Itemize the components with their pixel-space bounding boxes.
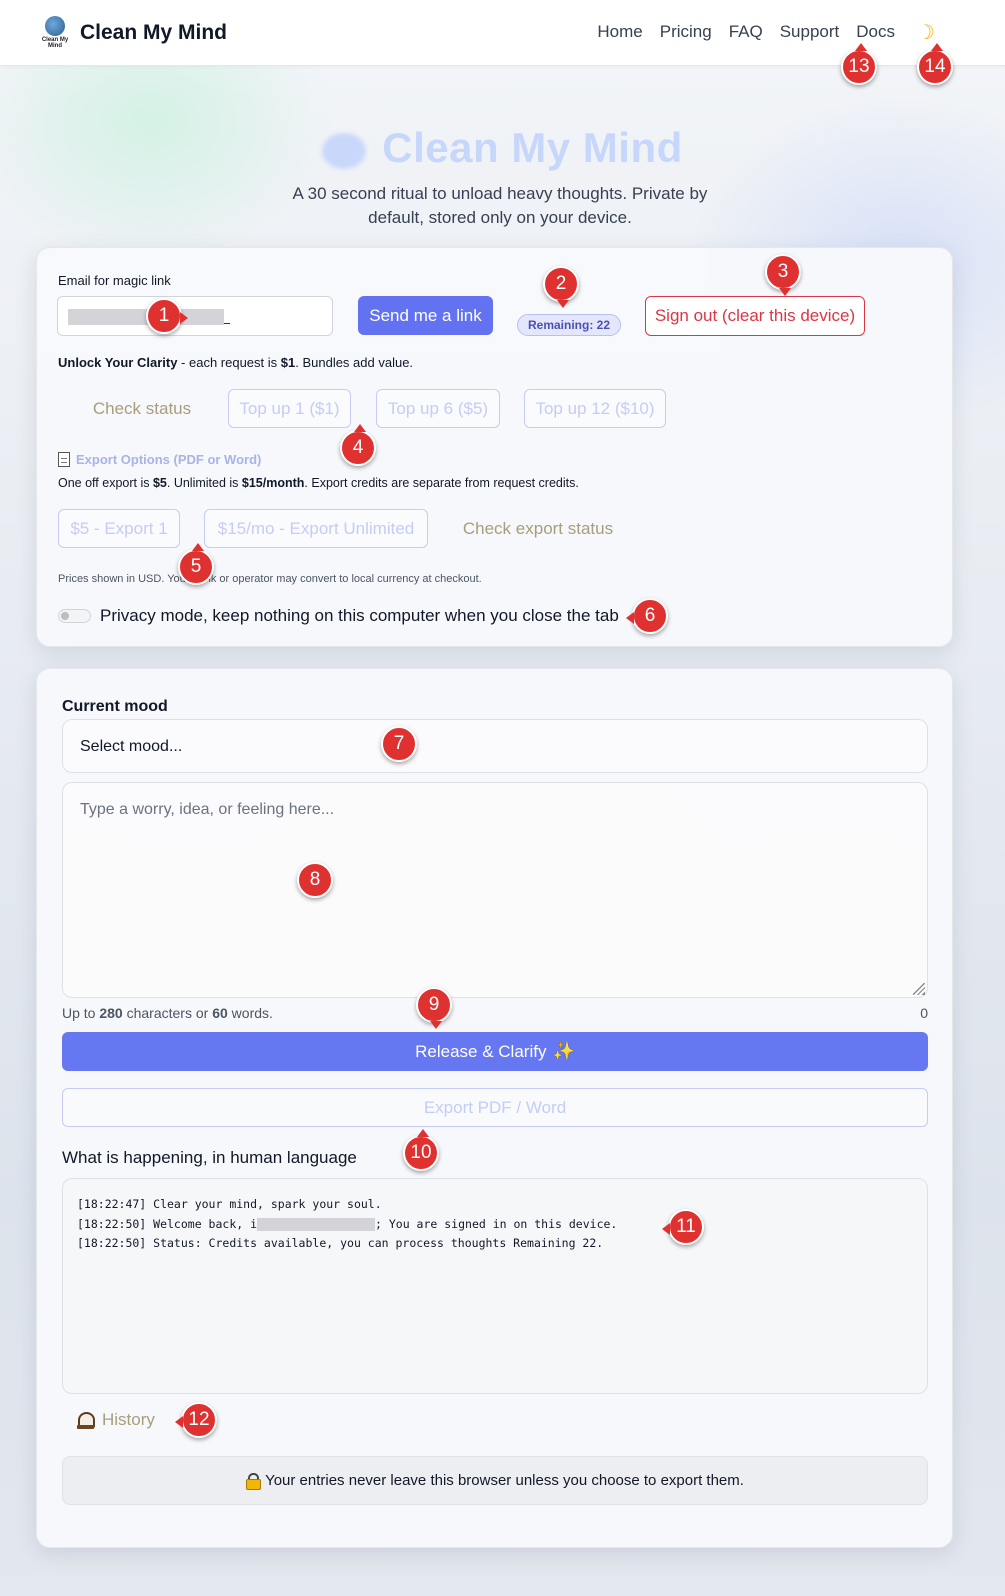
nav-link-docs[interactable]: Docs xyxy=(856,22,895,42)
remaining-badge: Remaining: 22 xyxy=(517,314,621,336)
unlock-pricing-text: Unlock Your Clarity - each request is $1… xyxy=(58,355,413,370)
check-export-status-button[interactable]: Check export status xyxy=(453,509,623,548)
nav-links: Home Pricing FAQ Support Docs xyxy=(597,22,895,42)
character-limit-hint: Up to 280 characters or 60 words. xyxy=(62,1005,273,1021)
nav-link-faq[interactable]: FAQ xyxy=(729,22,763,42)
export-options-title-text: Export Options (PDF or Word) xyxy=(76,452,262,467)
history-label: History xyxy=(102,1410,155,1429)
brain-logo-icon: Clean My Mind xyxy=(42,16,68,50)
mantel-clock-icon xyxy=(77,1411,95,1429)
send-link-button[interactable]: Send me a link xyxy=(358,296,493,335)
annotation-marker-3: 3 xyxy=(765,254,801,296)
top-up-1-button[interactable]: Top up 1 ($1) xyxy=(228,389,351,428)
unlock-title: Unlock Your Clarity xyxy=(58,355,178,370)
lock-icon xyxy=(246,1473,262,1490)
annotation-marker-7: 7 xyxy=(381,726,417,762)
export-description: One off export is $5. Unlimited is $15/m… xyxy=(58,476,579,490)
export-price-2: $15/month xyxy=(241,476,305,490)
email-label: Email for magic link xyxy=(58,273,171,288)
annotation-marker-5: 5 xyxy=(178,543,214,585)
logo-caption: Clean My Mind xyxy=(41,37,69,49)
annotation-marker-4: 4 xyxy=(340,424,376,466)
annotation-marker-8: 8 xyxy=(297,862,333,898)
privacy-footer-note: Your entries never leave this browser un… xyxy=(62,1456,928,1505)
export-desc-3: . Export credits are separate from reque… xyxy=(304,476,579,490)
log-line-signed-in: ; You are signed in on this device. xyxy=(375,1216,618,1231)
unlock-price: $1 xyxy=(280,355,296,370)
history-button[interactable]: History xyxy=(77,1410,155,1430)
export-pdf-word-button[interactable]: Export PDF / Word xyxy=(62,1088,928,1127)
annotation-marker-1: 1 xyxy=(146,298,188,334)
top-up-6-button[interactable]: Top up 6 ($5) xyxy=(376,389,500,428)
annotation-marker-13: 13 xyxy=(841,43,877,85)
limit-text-2: characters or xyxy=(122,1005,213,1021)
limit-text-1: Up to xyxy=(62,1005,100,1021)
check-status-button[interactable]: Check status xyxy=(77,389,207,428)
unlock-mid: - each request is xyxy=(177,355,281,370)
email-field[interactable] xyxy=(57,296,333,336)
hero-title-text: Clean My Mind xyxy=(382,124,683,171)
log-line-welcome: [18:22:50] Welcome back, i xyxy=(77,1216,258,1231)
release-clarify-label: Release & Clarify xyxy=(415,1041,547,1061)
moon-icon[interactable]: ☽ xyxy=(917,20,935,45)
nav-link-support[interactable]: Support xyxy=(780,22,840,42)
log-line: [18:22:50] Welcome back, i ; You are sign… xyxy=(77,1215,913,1235)
annotation-marker-2: 2 xyxy=(543,266,579,308)
resize-grip-icon[interactable] xyxy=(913,983,925,995)
text-cursor xyxy=(224,323,230,324)
sparkles-icon: ✨ xyxy=(552,1041,575,1061)
annotation-marker-11: 11 xyxy=(662,1209,704,1245)
log-title: What is happening, in human language xyxy=(62,1148,357,1167)
export-unlimited-button[interactable]: $15/mo - Export Unlimited xyxy=(204,509,428,548)
price-note: Prices shown in USD. Your bank or operat… xyxy=(58,573,482,585)
limit-chars: 280 xyxy=(99,1005,123,1021)
hero-title: Clean My Mind xyxy=(0,124,1005,172)
activity-log: [18:22:47] Clear your mind, spark your s… xyxy=(62,1178,928,1394)
nav-link-pricing[interactable]: Pricing xyxy=(660,22,712,42)
sign-out-button[interactable]: Sign out (clear this device) xyxy=(645,296,865,336)
top-up-12-button[interactable]: Top up 12 ($10) xyxy=(524,389,666,428)
thought-placeholder: Type a worry, idea, or feeling here... xyxy=(80,801,335,818)
composer-card: Current mood Select mood... Type a worry… xyxy=(36,668,953,1548)
document-icon xyxy=(58,452,70,467)
redacted-email xyxy=(257,1217,376,1231)
annotation-marker-6: 6 xyxy=(626,598,668,634)
character-count: 0 xyxy=(920,1005,928,1021)
nav-link-home[interactable]: Home xyxy=(597,22,642,42)
export-one-button[interactable]: $5 - Export 1 xyxy=(58,509,180,548)
hero-subtitle: A 30 second ritual to unload heavy thoug… xyxy=(292,184,708,227)
release-clarify-button[interactable]: Release & Clarify ✨ xyxy=(62,1032,928,1071)
export-desc-2: . Unlimited is xyxy=(166,476,242,490)
limit-text-3: words. xyxy=(227,1005,273,1021)
log-line: [18:22:50] Status: Credits available, yo… xyxy=(77,1236,604,1250)
annotation-marker-14: 14 xyxy=(917,43,953,85)
thought-textarea[interactable]: Type a worry, idea, or feeling here... xyxy=(62,782,928,998)
limit-words: 60 xyxy=(212,1005,228,1021)
brand-name: Clean My Mind xyxy=(80,21,228,44)
mood-select[interactable]: Select mood... xyxy=(62,719,928,773)
brand[interactable]: Clean My Mind Clean My Mind xyxy=(42,16,227,50)
privacy-footer-text: Your entries never leave this browser un… xyxy=(265,1472,744,1489)
privacy-mode-toggle[interactable] xyxy=(58,609,91,623)
export-price-1: $5 xyxy=(152,476,167,490)
mood-label: Current mood xyxy=(62,698,168,715)
annotation-marker-9: 9 xyxy=(416,987,452,1029)
cloud-blob-icon xyxy=(322,132,367,169)
export-desc-1: One off export is xyxy=(58,476,153,490)
log-line: [18:22:47] Clear your mind, spark your s… xyxy=(77,1197,382,1211)
annotation-marker-10: 10 xyxy=(403,1129,439,1171)
annotation-marker-12: 12 xyxy=(175,1402,217,1438)
export-options-title: Export Options (PDF or Word) xyxy=(58,452,261,467)
privacy-mode-label: Privacy mode, keep nothing on this compu… xyxy=(100,606,619,625)
unlock-tail: . Bundles add value. xyxy=(295,355,414,370)
